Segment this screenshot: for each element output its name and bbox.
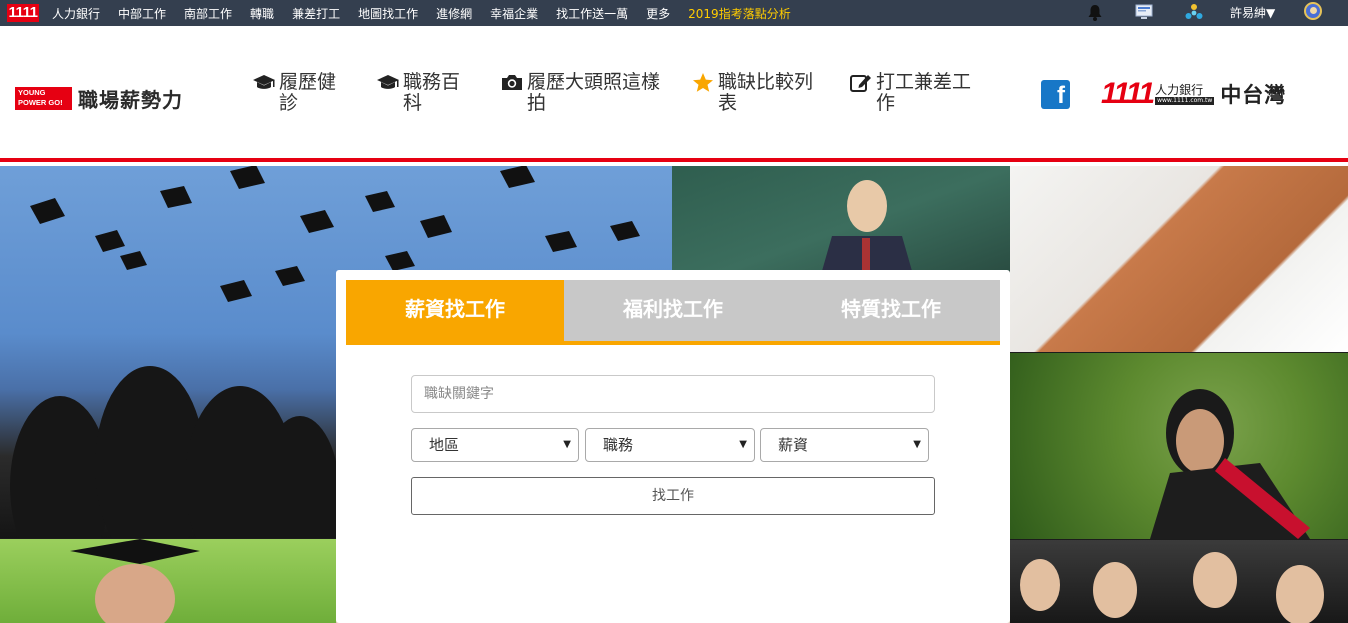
chevron-down-icon: ▼ <box>739 439 747 450</box>
nav-label: 履歷健診 <box>279 71 337 114</box>
nav-job-encyclopedia[interactable]: 職務百科 <box>376 72 476 114</box>
site-header: YOUNG POWER GO! 職場薪勢力 履歷健診 職務百科 履歷大頭照這樣拍… <box>0 26 1348 162</box>
brand-name: 職場薪勢力 <box>78 88 183 112</box>
tab-benefit-search[interactable]: 福利找工作 <box>564 280 782 341</box>
students-figures <box>1020 552 1324 623</box>
graduate-figure <box>1150 389 1310 539</box>
job-search-panel: 薪資找工作 福利找工作 特質找工作 地區 ▼ 職務 ▼ 薪資 ▼ 找工作 <box>336 270 1010 623</box>
chevron-down-icon: ▼ <box>913 439 921 450</box>
site-logo[interactable]: 1111 <box>7 4 39 22</box>
find-job-button[interactable]: 找工作 <box>411 477 935 515</box>
tab-underline <box>346 341 1000 345</box>
tab-salary-search[interactable]: 薪資找工作 <box>346 280 564 341</box>
star-icon <box>693 73 713 92</box>
brand-badge: YOUNG POWER GO! <box>15 87 72 110</box>
field-graduate-photo <box>0 539 336 623</box>
students-group-photo <box>1010 540 1348 623</box>
salary-select[interactable]: 薪資 ▼ <box>760 428 929 462</box>
partner-1111: 1111 <box>1101 77 1155 110</box>
tab-trait-search[interactable]: 特質找工作 <box>782 280 1000 341</box>
top-bar: 1111 人力銀行 中部工作 南部工作 轉職 兼差打工 地圖找工作 進修網 幸福… <box>0 0 1348 26</box>
nav-label: 打工兼差工作 <box>876 71 972 114</box>
brand-logo[interactable]: YOUNG POWER GO! 職場薪勢力 <box>15 84 183 113</box>
graduation-cap-icon <box>253 75 275 89</box>
top-link-happy-company[interactable]: 幸福企業 <box>481 5 547 22</box>
apps-icon[interactable] <box>1185 4 1203 22</box>
top-link-learning[interactable]: 進修網 <box>427 5 481 22</box>
graduation-cap-icon <box>377 75 399 89</box>
top-link-exam-analysis[interactable]: 2019指考落點分析 <box>679 5 800 22</box>
monitor-icon[interactable] <box>1135 4 1153 21</box>
region-select-value: 地區 <box>429 436 460 454</box>
nav-label: 履歷大頭照這樣拍 <box>527 71 661 114</box>
bell-icon[interactable] <box>1087 4 1103 21</box>
nav-label: 職務百科 <box>403 71 461 114</box>
nav-job-compare[interactable]: 職缺比較列表 <box>691 72 825 114</box>
smiling-graduate-photo <box>1010 353 1348 539</box>
job-type-select-value: 職務 <box>603 436 634 454</box>
top-nav: 人力銀行 中部工作 南部工作 轉職 兼差打工 地圖找工作 進修網 幸福企業 找工… <box>43 5 800 22</box>
top-link-jobbank[interactable]: 人力銀行 <box>43 5 109 22</box>
job-type-select[interactable]: 職務 ▼ <box>585 428 755 462</box>
edit-icon <box>850 75 871 92</box>
top-link-south[interactable]: 南部工作 <box>175 5 241 22</box>
salary-select-value: 薪資 <box>778 436 809 454</box>
partner-url: www.1111.com.tw <box>1155 96 1215 105</box>
top-link-map-search[interactable]: 地圖找工作 <box>349 5 427 22</box>
teacher-photo <box>672 166 1010 271</box>
region-select[interactable]: 地區 ▼ <box>411 428 579 462</box>
nav-label: 職缺比較列表 <box>718 71 814 114</box>
partner-bank: 人力銀行 www.1111.com.tw <box>1155 82 1215 105</box>
top-link-promo[interactable]: 找工作送一萬 <box>547 5 637 22</box>
partner-region: 中台灣 <box>1220 83 1287 107</box>
top-link-career-change[interactable]: 轉職 <box>241 5 283 22</box>
chevron-down-icon: ▼ <box>563 439 571 450</box>
teacher-figure <box>822 180 912 271</box>
keyword-input[interactable] <box>411 375 935 413</box>
camera-icon <box>502 75 522 90</box>
top-link-parttime[interactable]: 兼差打工 <box>283 5 349 22</box>
avatar[interactable] <box>1304 2 1322 20</box>
nav-photo-guide[interactable]: 履歷大頭照這樣拍 <box>500 72 660 114</box>
user-menu[interactable]: 許易紳▼ <box>1230 4 1275 21</box>
field-graduate-figure <box>70 539 200 623</box>
facebook-icon[interactable]: f <box>1041 80 1070 109</box>
top-link-central[interactable]: 中部工作 <box>109 5 175 22</box>
nav-parttime[interactable]: 打工兼差工作 <box>849 72 989 114</box>
central-taiwan-logo[interactable]: 1111 人力銀行 www.1111.com.tw 中台灣 <box>1101 78 1286 110</box>
top-link-more[interactable]: 更多 <box>637 5 679 22</box>
nav-resume-check[interactable]: 履歷健診 <box>252 72 352 114</box>
search-tabs: 薪資找工作 福利找工作 特質找工作 <box>346 280 1000 345</box>
partner-bank-label: 人力銀行 <box>1155 82 1204 97</box>
laptop-woman-photo <box>1010 166 1348 352</box>
